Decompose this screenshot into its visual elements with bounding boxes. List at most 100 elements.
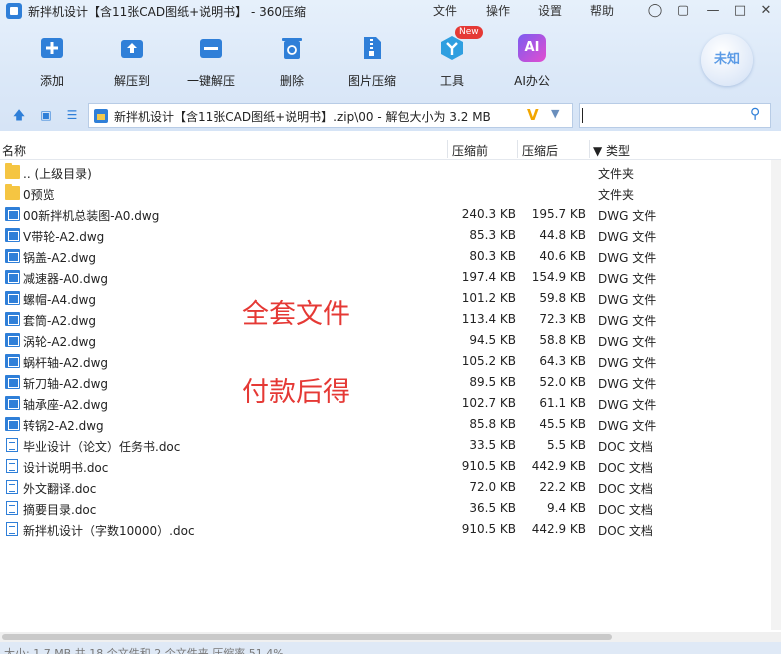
horizontal-scrollbar[interactable]: [0, 632, 781, 642]
file-packed-size: 197.4 KB: [461, 270, 516, 284]
extract-to-label: 解压到: [113, 74, 150, 88]
column-type[interactable]: ▼ 类型: [593, 142, 630, 159]
file-packed-size: 113.4 KB: [461, 312, 516, 326]
message-icon[interactable]: ▢: [674, 2, 692, 20]
column-divider[interactable]: [517, 140, 518, 158]
menu-operate[interactable]: 操作: [486, 2, 510, 19]
image-compress-icon: [364, 37, 381, 59]
column-divider[interactable]: [589, 140, 590, 158]
table-row[interactable]: 螺帽-A4.dwg 101.2 KB 59.8 KB DWG 文件: [0, 288, 781, 309]
doc-file-icon: [6, 501, 18, 515]
file-packed-size: 94.5 KB: [469, 333, 516, 347]
view-thumb-icon[interactable]: ▣: [38, 107, 54, 123]
file-type: DOC 文档: [598, 482, 653, 496]
search-icon[interactable]: ⚲: [750, 106, 760, 122]
table-row[interactable]: 套筒-A2.dwg 113.4 KB 72.3 KB DWG 文件: [0, 309, 781, 330]
doc-file-icon: [6, 438, 18, 452]
table-row[interactable]: 轴承座-A2.dwg 102.7 KB 61.1 KB DWG 文件: [0, 393, 781, 414]
file-packed-size: 85.3 KB: [469, 228, 516, 242]
extract-to-button[interactable]: 解压到: [97, 32, 167, 90]
file-type: DWG 文件: [598, 209, 657, 223]
file-list: 名称 压缩前 压缩后 ▼ 类型 .. (上级目录) 文件夹 0预览 文件夹 00新拌机总…: [0, 138, 781, 634]
tools-button[interactable]: 工具: [417, 32, 487, 90]
table-row[interactable]: .. (上级目录) 文件夹: [0, 162, 781, 183]
column-divider[interactable]: [447, 140, 448, 158]
app-logo-icon: [6, 3, 22, 19]
overlay-text-after-payment: 付款后得: [242, 377, 350, 408]
v-mark-icon[interactable]: V: [527, 106, 539, 124]
skin-icon[interactable]: ◯: [646, 2, 664, 20]
table-row[interactable]: 新拌机设计（字数10000）.doc 910.5 KB 442.9 KB DOC 文档: [0, 519, 781, 540]
file-compressed-size: 44.8 KB: [539, 228, 586, 242]
file-name: 摘要目录.doc: [23, 503, 97, 517]
one-click-extract-label: 一键解压: [186, 74, 235, 88]
dwg-file-icon: [5, 249, 20, 263]
file-name: 00新拌机总装图-A0.dwg: [23, 209, 160, 223]
maximize-icon[interactable]: □: [731, 2, 749, 20]
minimize-icon[interactable]: —: [704, 2, 722, 20]
chevron-down-icon[interactable]: ▼: [551, 107, 559, 120]
menu-help[interactable]: 帮助: [590, 2, 614, 19]
file-type: DOC 文档: [598, 440, 653, 454]
file-compressed-size: 52.0 KB: [539, 375, 586, 389]
add-button[interactable]: 添加: [17, 32, 87, 90]
file-packed-size: 85.8 KB: [469, 417, 516, 431]
table-row[interactable]: 蜗杆轴-A2.dwg 105.2 KB 64.3 KB DWG 文件: [0, 351, 781, 372]
column-packed[interactable]: 压缩前: [452, 142, 488, 159]
file-packed-size: 101.2 KB: [461, 291, 516, 305]
table-row[interactable]: 设计说明书.doc 910.5 KB 442.9 KB DOC 文档: [0, 456, 781, 477]
dwg-file-icon: [5, 228, 20, 242]
file-name: 转锅2-A2.dwg: [23, 419, 104, 433]
file-packed-size: 910.5 KB: [461, 459, 516, 473]
table-row[interactable]: 00新拌机总装图-A0.dwg 240.3 KB 195.7 KB DWG 文件: [0, 204, 781, 225]
file-packed-size: 105.2 KB: [461, 354, 516, 368]
ai-office-label: AI办公: [514, 74, 550, 88]
table-row[interactable]: 锅盖-A2.dwg 80.3 KB 40.6 KB DWG 文件: [0, 246, 781, 267]
delete-button[interactable]: 删除: [257, 32, 327, 90]
table-row[interactable]: 毕业设计（论文）任务书.doc 33.5 KB 5.5 KB DOC 文档: [0, 435, 781, 456]
table-row[interactable]: 斩刀轴-A2.dwg 89.5 KB 52.0 KB DWG 文件: [0, 372, 781, 393]
doc-file-icon: [6, 459, 18, 473]
file-name: 外文翻译.doc: [23, 482, 97, 496]
table-row[interactable]: 外文翻译.doc 72.0 KB 22.2 KB DOC 文档: [0, 477, 781, 498]
ai-office-icon: AI: [518, 34, 546, 62]
add-button-label: 添加: [39, 74, 64, 88]
file-type: DOC 文档: [598, 524, 653, 538]
column-name[interactable]: 名称: [2, 142, 26, 159]
file-compressed-size: 72.3 KB: [539, 312, 586, 326]
up-arrow-icon[interactable]: 🡅: [11, 107, 27, 123]
table-row[interactable]: 转锅2-A2.dwg 85.8 KB 45.5 KB DWG 文件: [0, 414, 781, 435]
file-packed-size: 102.7 KB: [461, 396, 516, 410]
dwg-file-icon: [5, 375, 20, 389]
menu-settings[interactable]: 设置: [538, 2, 562, 19]
file-type: 文件夹: [598, 167, 635, 181]
app-window: 新拌机设计【含11张CAD图纸+说明书】 - 360压缩 文件 操作 设置 帮助…: [0, 0, 781, 654]
search-input[interactable]: ⚲: [579, 103, 771, 128]
table-row[interactable]: 摘要目录.doc 36.5 KB 9.4 KB DOC 文档: [0, 498, 781, 519]
menu-file[interactable]: 文件: [433, 2, 457, 19]
file-type: DOC 文档: [598, 461, 653, 475]
file-compressed-size: 9.4 KB: [547, 501, 586, 515]
table-row[interactable]: V带轮-A2.dwg 85.3 KB 44.8 KB DWG 文件: [0, 225, 781, 246]
window-chrome: 新拌机设计【含11张CAD图纸+说明书】 - 360压缩 文件 操作 设置 帮助…: [0, 0, 781, 131]
image-compress-button[interactable]: 图片压缩: [337, 32, 407, 90]
file-type: DWG 文件: [598, 356, 657, 370]
column-header: 名称 压缩前 压缩后 ▼ 类型: [0, 138, 781, 160]
table-row[interactable]: 减速器-A0.dwg 197.4 KB 154.9 KB DWG 文件: [0, 267, 781, 288]
one-click-extract-button[interactable]: 一键解压: [176, 32, 246, 90]
file-compressed-size: 22.2 KB: [539, 480, 586, 494]
column-compressed[interactable]: 压缩后: [522, 142, 558, 159]
file-compressed-size: 195.7 KB: [531, 207, 586, 221]
table-row[interactable]: 涡轮-A2.dwg 94.5 KB 58.8 KB DWG 文件: [0, 330, 781, 351]
address-bar[interactable]: 新拌机设计【含11张CAD图纸+说明书】.zip\00 - 解包大小为 3.2 …: [88, 103, 573, 128]
file-type: DWG 文件: [598, 398, 657, 412]
account-avatar[interactable]: 未知: [701, 34, 753, 86]
file-name: 蜗杆轴-A2.dwg: [23, 356, 109, 370]
view-list-icon[interactable]: ☰: [64, 107, 80, 123]
file-type: DWG 文件: [598, 293, 657, 307]
vertical-scrollbar[interactable]: [771, 160, 781, 630]
table-row[interactable]: 0预览 文件夹: [0, 183, 781, 204]
close-icon[interactable]: ✕: [757, 2, 775, 20]
scrollbar-thumb[interactable]: [2, 634, 612, 640]
ai-office-button[interactable]: AI AI办公: [497, 32, 567, 90]
